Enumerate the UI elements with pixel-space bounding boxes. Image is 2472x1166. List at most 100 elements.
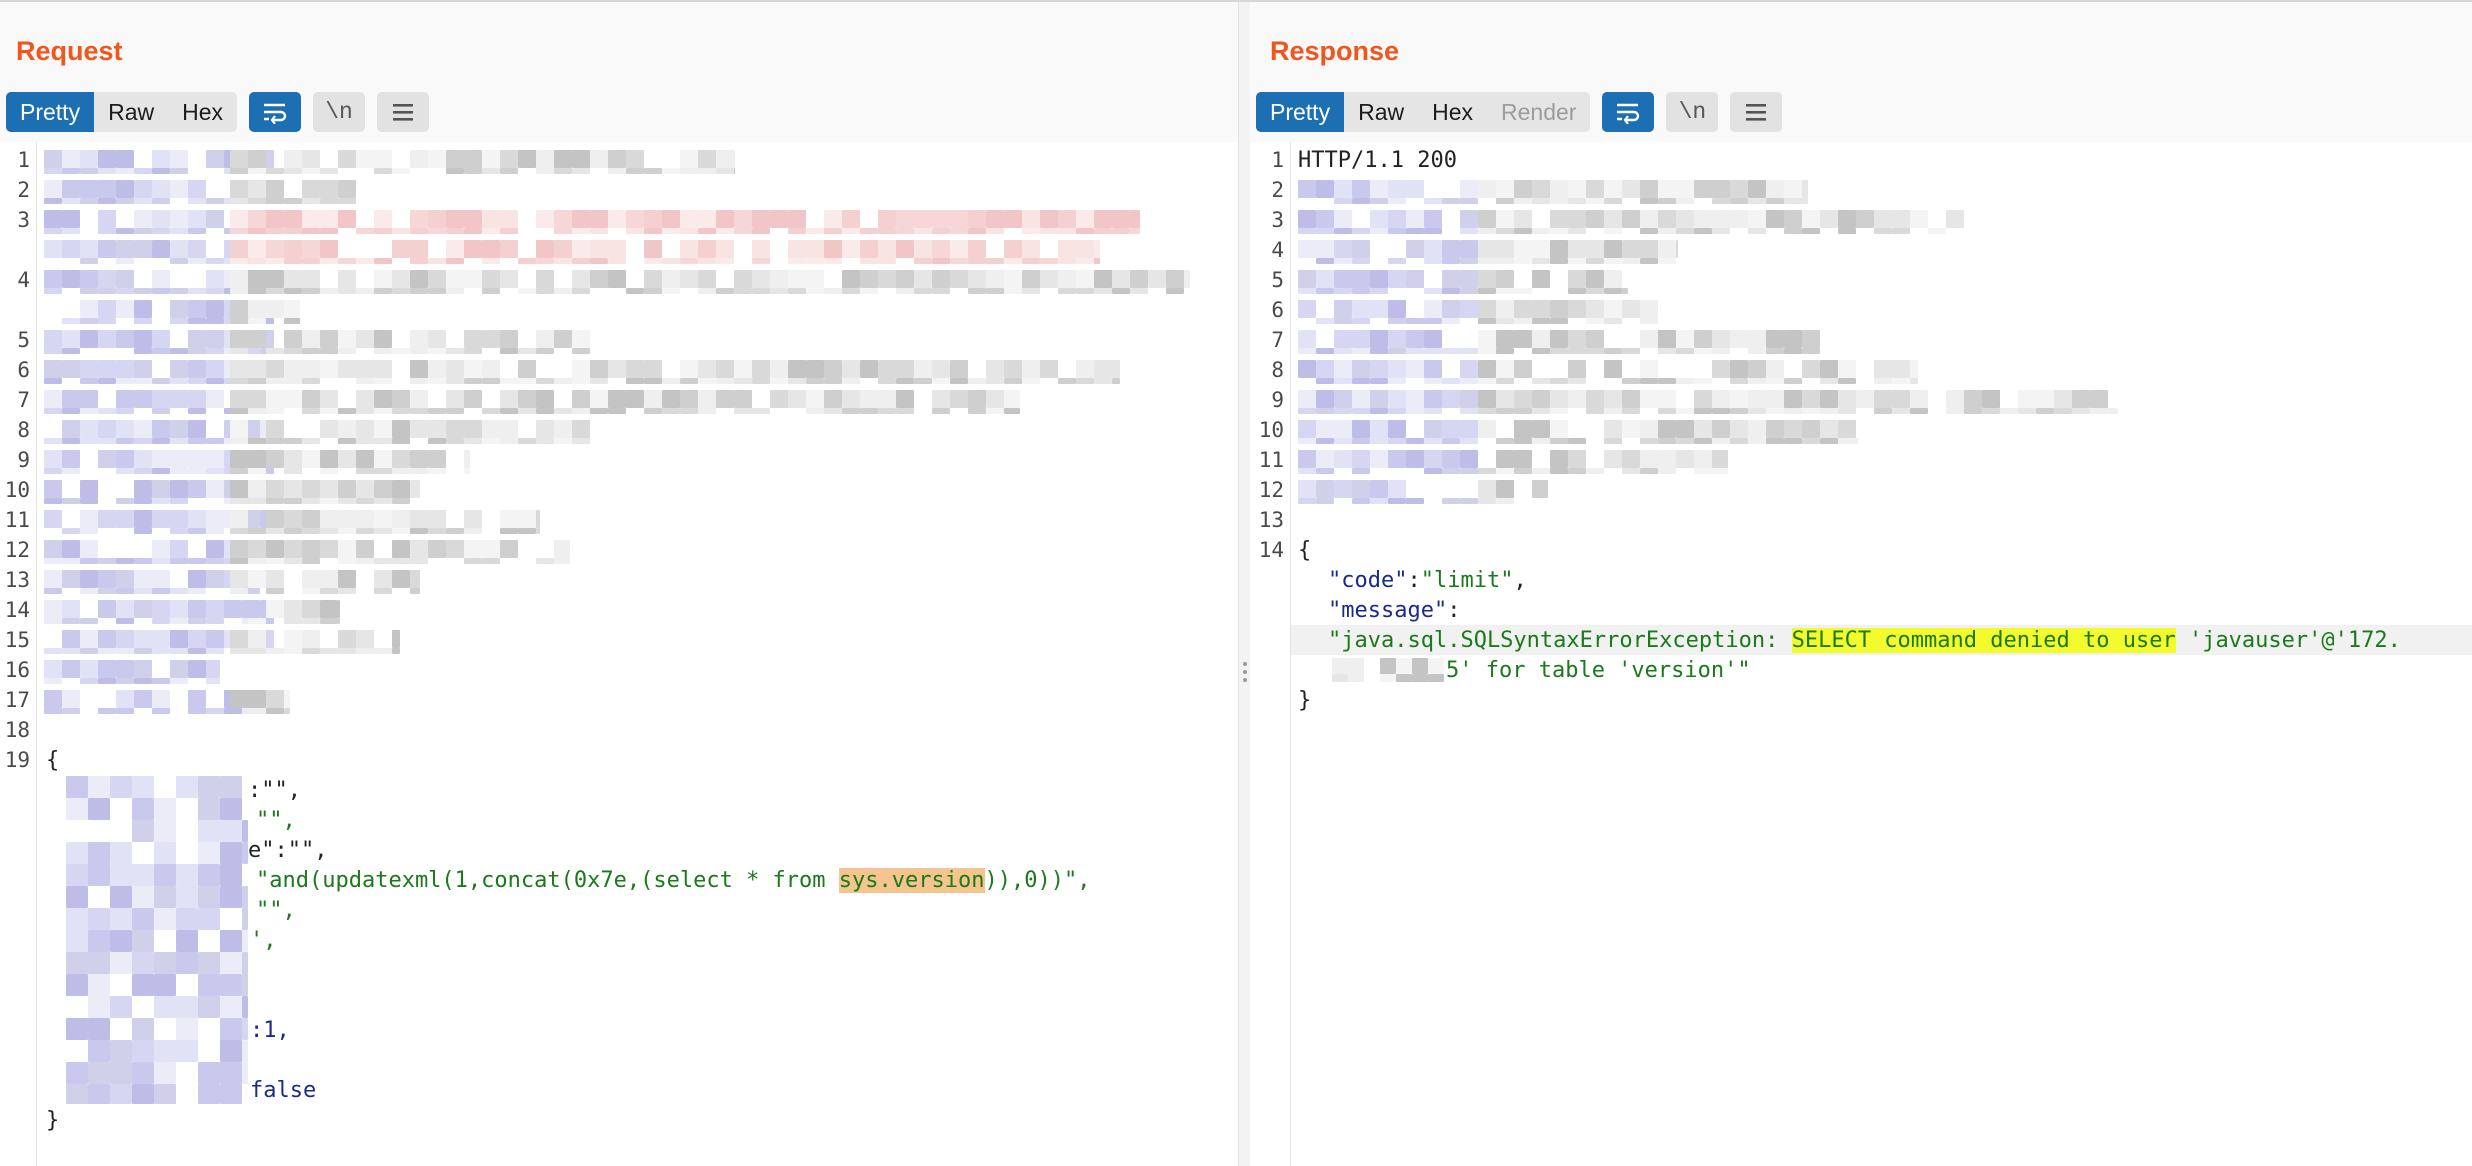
redacted-pixel [320,408,338,414]
redacted-pixel [132,974,154,996]
redacted-pixel [98,288,116,294]
redacted-pixel [356,288,374,294]
redacted-pixel [1622,180,1640,198]
redacted-pixel [1496,300,1514,318]
redacted-pixel [1496,240,1514,258]
redacted-pixel [986,288,1004,294]
response-header: Response Pretty Raw Hex Render \n [1250,2,2472,142]
redacted-pixel [1406,180,1424,198]
redacted-pixel [62,408,80,414]
response-newline-button[interactable]: \n [1666,92,1719,132]
request-tab-hex[interactable]: Hex [168,92,237,132]
redacted-pixel [1802,210,1820,228]
redacted-pixel [188,690,206,708]
redacted-pixel [698,258,716,264]
redacted-pixel [284,480,302,498]
redacted-pixel [356,150,374,168]
redacted-pixel [842,228,860,234]
redacted-pixel [134,510,152,528]
redacted-pixel [1478,360,1496,378]
redacted-pixel [220,1018,242,1040]
redacted-pixel [680,210,698,228]
request-tab-pretty[interactable]: Pretty [6,92,95,132]
redacted-pixel [968,270,986,288]
redacted-pixel [152,498,170,504]
request-newline-button[interactable]: \n [313,92,365,132]
redacted-pixel [80,660,98,678]
redacted-pixel [154,864,176,886]
response-menu-button[interactable] [1730,92,1783,132]
request-editor[interactable]: 1 2 3 4 5 6 7 8 9 10 11 12 13 14 15 16 1… [0,142,1238,1166]
redacted-pixel [1676,420,1694,438]
redacted-pixel [860,408,878,414]
redacted-pixel [188,510,206,528]
redacted-pixel [1406,270,1424,288]
redacted-pixel [66,886,88,908]
redacted-pixel [1424,438,1442,444]
redacted-pixel [320,510,338,528]
redacted-pixel [98,708,116,714]
redacted-pixel [698,378,716,384]
redacted-pixel [1586,390,1604,408]
redacted-pixel [230,528,248,534]
redacted-pixel [356,360,374,378]
redacted-pixel [266,690,284,708]
redacted-pixel [198,842,220,864]
redacted-pixel [1550,198,1568,204]
redacted-pixel [88,798,110,820]
redacted-pixel [698,288,716,294]
redacted-pixel [410,540,428,558]
response-tab-raw[interactable]: Raw [1344,92,1418,132]
redacted-pixel [116,378,134,384]
line-number: 2 [1271,178,1284,202]
line-number: 14 [1258,538,1284,562]
redacted-pixel [98,150,116,168]
redacted-pixel [188,360,206,378]
redacted-pixel [230,690,248,708]
response-tab-pretty[interactable]: Pretty [1256,92,1345,132]
redacted-pixel [98,678,116,684]
redacted-pixel [170,360,188,378]
redacted-pixel [1388,270,1406,288]
redacted-pixel [1622,378,1640,384]
redacted-pixel [134,210,152,228]
redacted-pixel [446,360,464,378]
request-wrap-button[interactable] [249,92,301,132]
redacted-pixel [1348,674,1364,682]
request-tab-raw[interactable]: Raw [94,92,168,132]
response-wrap-button[interactable] [1602,92,1655,132]
redacted-pixel [266,588,284,594]
redacted-pixel [950,270,968,288]
redacted-pixel [1730,198,1748,204]
redacted-pixel [608,408,626,414]
redacted-pixel [806,378,824,384]
redacted-pixel [518,360,536,378]
redacted-pixel [266,360,284,378]
line-number: 13 [4,568,30,592]
redacted-pixel [680,408,698,414]
response-tab-hex[interactable]: Hex [1418,92,1487,132]
redacted-pixel [1442,318,1460,324]
redacted-pixel [320,540,338,558]
redacted-pixel [392,168,410,174]
redacted-pixel [1298,210,1316,228]
redacted-pixel [62,318,80,324]
redacted-pixel [206,540,224,558]
redacted-pixel [1874,228,1892,234]
redacted-pixel [1442,468,1460,474]
response-tab-render[interactable]: Render [1487,92,1590,132]
redacted-pixel [968,378,986,384]
redacted-pixel [266,648,284,654]
redacted-pixel [824,360,842,378]
redacted-pixel [1022,360,1040,378]
redacted-pixel [1388,498,1406,504]
redacted-pixel [1658,390,1676,408]
redacted-pixel [152,588,170,594]
redacted-pixel [152,330,170,348]
line-number: 13 [1258,508,1284,532]
redacted-pixel [134,168,152,174]
response-editor[interactable]: 1 2 3 4 5 6 7 8 9 10 11 12 13 14 HTTP/1.… [1250,142,2472,1166]
redacted-pixel [590,270,608,288]
request-menu-button[interactable] [377,92,429,132]
redacted-pixel [152,378,170,384]
